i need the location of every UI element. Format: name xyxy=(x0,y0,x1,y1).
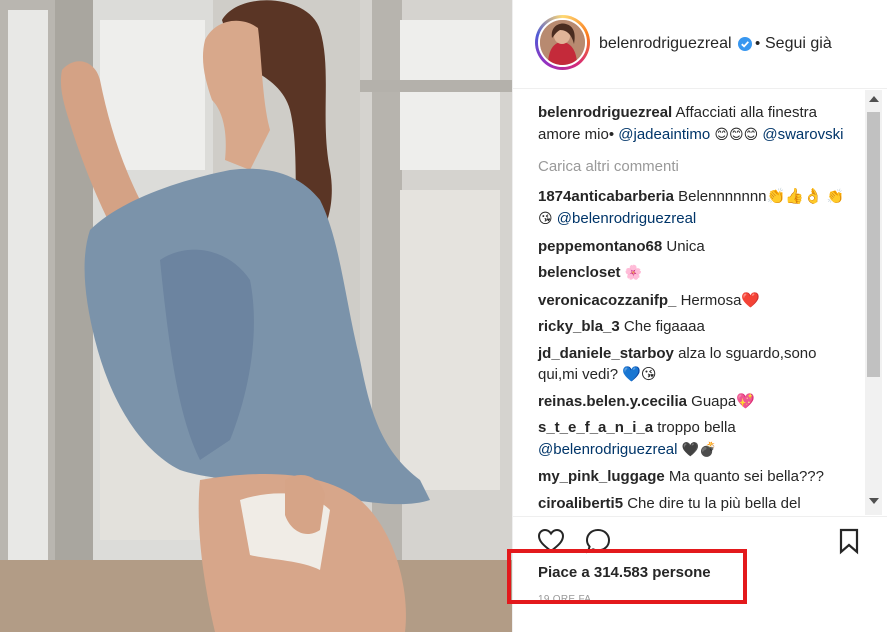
load-more-comments-button[interactable]: Carica altri commenti xyxy=(538,156,858,178)
comment-item: my_pink_luggage Ma quanto sei bella??? xyxy=(538,466,858,488)
comments-section: belenrodriguezreal Affacciati alla fines… xyxy=(513,90,887,515)
caption: belenrodriguezreal Affacciati alla fines… xyxy=(538,102,858,146)
comment-text: Guapa💖 xyxy=(691,392,755,410)
comment-text: Che dire tu la più bella del xyxy=(627,494,801,512)
separator-dot: • xyxy=(755,35,761,52)
post-side-panel: belenrodriguezreal • Segui già belenrodr… xyxy=(512,0,887,632)
caption-mention[interactable]: @jadeaintimo xyxy=(618,126,710,143)
following-button[interactable]: Segui già xyxy=(765,35,832,53)
comment-mention[interactable]: @belenrodriguezreal xyxy=(538,441,677,458)
comment-item: peppemontano68 Unica xyxy=(538,236,858,258)
comments-scrollbar[interactable] xyxy=(865,90,882,515)
comment-username[interactable]: s_t_e_f_a_n_i_a xyxy=(538,419,653,436)
caption-username[interactable]: belenrodriguezreal xyxy=(538,104,672,121)
comment-username[interactable]: peppemontano68 xyxy=(538,238,662,255)
comment-mention[interactable]: @belenrodriguezreal xyxy=(557,210,696,227)
photo-illustration xyxy=(0,0,512,632)
comment-username[interactable]: belencloset xyxy=(538,264,621,281)
comment-item: belencloset 🌸 xyxy=(538,262,858,285)
comment-username[interactable]: reinas.belen.y.cecilia xyxy=(538,393,687,410)
avatar-story-ring[interactable] xyxy=(535,15,590,70)
post-photo[interactable] xyxy=(0,0,512,632)
comment-item: ciroaliberti5 Che dire tu la più bella d… xyxy=(538,493,858,515)
caption-emoji: 😊😊😊 xyxy=(714,126,759,143)
comment-item: jd_daniele_starboy alza lo sguardo,sono … xyxy=(538,343,858,386)
comment-username[interactable]: veronicacozzanifp_ xyxy=(538,292,676,309)
verified-badge-icon xyxy=(738,37,752,51)
comment-text: Ma quanto sei bella??? xyxy=(668,468,824,485)
comment-text: 🖤💣 xyxy=(681,441,717,458)
comment-text: 🌸 xyxy=(624,265,643,281)
avatar[interactable] xyxy=(538,18,587,67)
scrollbar-thumb[interactable] xyxy=(867,112,880,377)
scroll-down-arrow-icon[interactable] xyxy=(869,498,879,504)
comment-username[interactable]: jd_daniele_starboy xyxy=(538,345,674,362)
likes-highlight-box xyxy=(507,549,747,604)
comment-text: Che figaaaa xyxy=(623,318,705,335)
comment-text: troppo bella xyxy=(657,419,736,436)
scroll-up-arrow-icon[interactable] xyxy=(869,96,879,102)
bookmark-icon[interactable] xyxy=(835,527,863,555)
comment-username[interactable]: 1874anticabarberia xyxy=(538,188,674,205)
comment-text: Unica xyxy=(666,237,705,255)
post-header: belenrodriguezreal • Segui già xyxy=(513,0,887,89)
comment-item: reinas.belen.y.cecilia Guapa💖 xyxy=(538,391,858,413)
avatar-image xyxy=(540,20,585,65)
comment-username[interactable]: ciroaliberti5 xyxy=(538,495,623,512)
comment-item: s_t_e_f_a_n_i_a troppo bella @belenrodri… xyxy=(538,417,858,461)
comment-text: Hermosa❤️ xyxy=(680,291,761,309)
comment-text: Belennnnnnn👏👍👌 xyxy=(678,187,823,205)
comment-item: veronicacozzanifp_ Hermosa❤️ xyxy=(538,290,858,312)
comment-username[interactable]: ricky_bla_3 xyxy=(538,318,620,335)
comment-item: 1874anticabarberia Belennnnnnn👏👍👌 👏😘 @be… xyxy=(538,186,858,231)
post-author-username[interactable]: belenrodriguezreal xyxy=(599,35,732,53)
comment-username[interactable]: my_pink_luggage xyxy=(538,468,665,485)
comment-item: ricky_bla_3 Che figaaaa xyxy=(538,316,858,338)
caption-mention[interactable]: @swarovski xyxy=(762,126,843,143)
